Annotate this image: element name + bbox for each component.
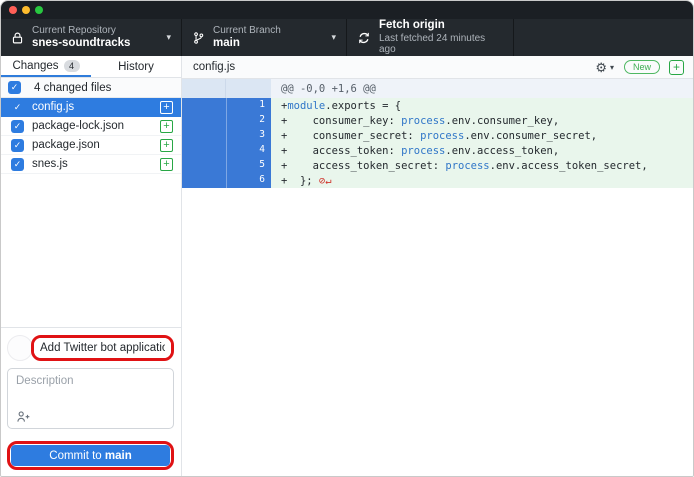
commit-summary-input[interactable] xyxy=(34,338,171,358)
commit-button[interactable]: Commit to main xyxy=(11,445,170,466)
branch-icon xyxy=(192,31,205,45)
diff-line-content: + access_token_secret: process.env.acces… xyxy=(271,158,693,173)
diff-line-number: 1 xyxy=(226,98,271,113)
diff-line-content: + consumer_key: process.env.consumer_key… xyxy=(271,113,693,128)
diff-line-gutter[interactable]: 2 xyxy=(182,113,271,128)
zoom-button[interactable] xyxy=(35,6,43,14)
select-all-checkbox[interactable]: ✓ xyxy=(8,81,21,94)
current-branch-label: Current Branch xyxy=(213,25,321,37)
file-checkbox[interactable]: ✓ xyxy=(11,158,24,171)
diff-line-content: + access_token: process.env.access_token… xyxy=(271,143,693,158)
sidebar: Changes 4 History ✓ 4 changed files ✓ con… xyxy=(1,56,182,476)
diff-line: 2+ consumer_key: process.env.consumer_ke… xyxy=(182,113,693,128)
file-row[interactable]: ✓ config.js+ xyxy=(1,98,181,117)
sync-icon xyxy=(357,31,371,45)
diff-file-header: config.js ⚙ ▾ New + xyxy=(182,56,693,79)
file-list-spacer xyxy=(1,174,181,327)
diff-line-number: 3 xyxy=(226,128,271,143)
file-name: package.json xyxy=(32,139,160,151)
main-area: Changes 4 History ✓ 4 changed files ✓ con… xyxy=(1,56,693,476)
changed-files-header: ✓ 4 changed files xyxy=(1,78,181,98)
chevron-down-icon: ▾ xyxy=(331,32,336,43)
diff-line: 4+ access_token: process.env.access_toke… xyxy=(182,143,693,158)
diff-line-gutter[interactable]: 5 xyxy=(182,158,271,173)
chevron-down-icon: ▾ xyxy=(610,63,614,72)
diff-line-gutter[interactable]: 1 xyxy=(182,98,271,113)
file-status-badge: New xyxy=(624,60,660,74)
fetch-origin-title: Fetch origin xyxy=(379,19,503,32)
diff-line-number: 6 xyxy=(226,173,271,188)
file-name: snes.js xyxy=(32,158,160,170)
sidebar-tabs: Changes 4 History xyxy=(1,56,181,78)
annotation-summary-highlight xyxy=(31,335,174,361)
titlebar xyxy=(1,1,693,19)
tab-history-label: History xyxy=(118,61,154,73)
diff-line-number: 2 xyxy=(226,113,271,128)
diff-line-gutter[interactable]: 4 xyxy=(182,143,271,158)
changed-files-list: ✓config.js+✓package-lock.json+✓package.j… xyxy=(1,98,181,174)
diff-line: 5+ access_token_secret: process.env.acce… xyxy=(182,158,693,173)
diff-line: 6+ }; ⊘↵ xyxy=(182,173,693,188)
current-repository-value: snes-soundtracks xyxy=(32,37,156,50)
gear-icon: ⚙ xyxy=(595,61,607,74)
current-repository-label: Current Repository xyxy=(32,25,156,37)
file-checkbox[interactable]: ✓ xyxy=(11,120,24,133)
commit-summary-row xyxy=(7,335,174,361)
add-coauthor-icon[interactable] xyxy=(16,410,31,423)
file-name: config.js xyxy=(32,101,160,113)
tab-history[interactable]: History xyxy=(91,56,181,77)
file-row[interactable]: ✓ snes.js+ xyxy=(1,155,181,174)
diff-line-content: + }; ⊘↵ xyxy=(271,173,693,188)
file-name: package-lock.json xyxy=(32,120,160,132)
tab-changes[interactable]: Changes 4 xyxy=(1,56,91,77)
hunk-header-text: @@ -0,0 +1,6 @@ xyxy=(271,79,693,98)
diff-line: 3+ consumer_secret: process.env.consumer… xyxy=(182,128,693,143)
file-checkbox[interactable]: ✓ xyxy=(11,139,24,152)
diff-file-name: config.js xyxy=(193,61,595,73)
current-branch-dropdown[interactable]: Current Branch main ▾ xyxy=(182,19,347,56)
diff-pane: config.js ⚙ ▾ New + @@ -0,0 +1,6 @@ 1+mo… xyxy=(182,56,693,476)
file-added-status-icon: + xyxy=(160,139,173,152)
diff-options-button[interactable]: ⚙ ▾ xyxy=(595,61,614,74)
avatar xyxy=(7,335,33,361)
diff-lines: 1+module.exports = {2+ consumer_key: pro… xyxy=(182,98,693,188)
github-desktop-window: Current Repository snes-soundtracks ▾ Cu… xyxy=(0,0,694,477)
changed-files-label: 4 changed files xyxy=(34,82,111,94)
tab-changes-label: Changes xyxy=(12,60,58,72)
diff-line-gutter[interactable]: 3 xyxy=(182,128,271,143)
changes-count-badge: 4 xyxy=(64,60,80,72)
hunk-header-row: @@ -0,0 +1,6 @@ xyxy=(182,79,693,98)
diff-line: 1+module.exports = { xyxy=(182,98,693,113)
diff-line-content: + consumer_secret: process.env.consumer_… xyxy=(271,128,693,143)
diff-line-gutter[interactable]: 6 xyxy=(182,173,271,188)
commit-form: Commit to main xyxy=(1,327,181,476)
diff-line-content: +module.exports = { xyxy=(271,98,693,113)
fetch-origin-subtitle: Last fetched 24 minutes ago xyxy=(379,33,503,56)
current-branch-value: main xyxy=(213,37,321,50)
lock-icon xyxy=(11,31,24,45)
toolbar: Current Repository snes-soundtracks ▾ Cu… xyxy=(1,19,693,56)
commit-description-input[interactable] xyxy=(16,375,165,405)
file-row[interactable]: ✓ package.json+ xyxy=(1,136,181,155)
commit-description-box xyxy=(7,368,174,429)
diff-body: @@ -0,0 +1,6 @@ 1+module.exports = {2+ c… xyxy=(182,79,693,476)
close-button[interactable] xyxy=(9,6,17,14)
minimize-button[interactable] xyxy=(22,6,30,14)
chevron-down-icon: ▾ xyxy=(166,32,171,43)
add-file-icon[interactable]: + xyxy=(669,60,684,75)
annotation-commit-highlight: Commit to main xyxy=(7,441,174,470)
diff-line-number: 5 xyxy=(226,158,271,173)
file-added-status-icon: + xyxy=(160,101,173,114)
file-row[interactable]: ✓ package-lock.json+ xyxy=(1,117,181,136)
diff-line-number: 4 xyxy=(226,143,271,158)
file-added-status-icon: + xyxy=(160,158,173,171)
current-repository-dropdown[interactable]: Current Repository snes-soundtracks ▾ xyxy=(1,19,182,56)
hunk-gutter xyxy=(182,79,271,98)
file-checkbox[interactable]: ✓ xyxy=(11,101,24,114)
fetch-origin-button[interactable]: Fetch origin Last fetched 24 minutes ago xyxy=(347,19,514,56)
file-added-status-icon: + xyxy=(160,120,173,133)
